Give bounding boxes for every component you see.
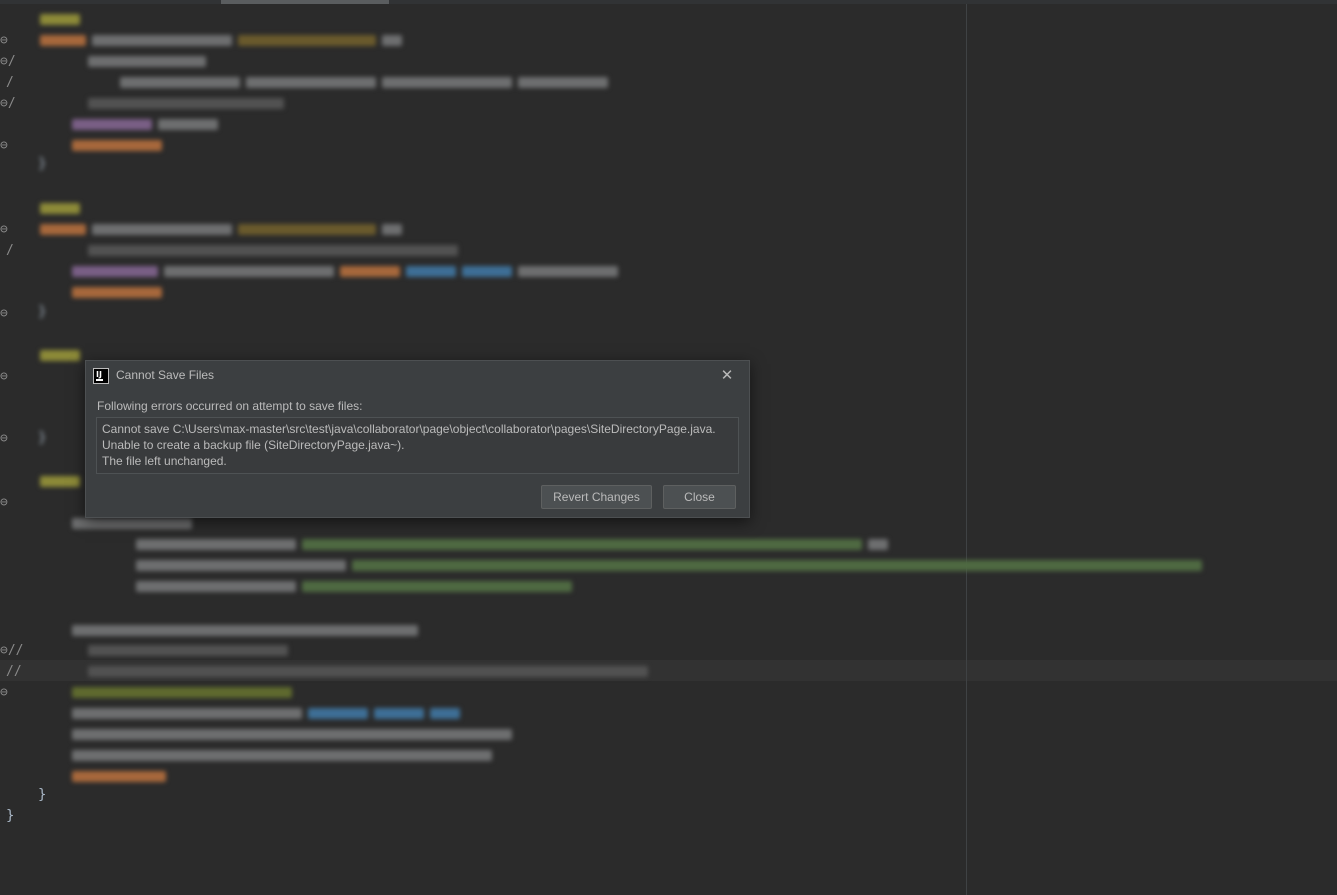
fold-marker[interactable]: ⊖ xyxy=(0,428,8,449)
code-line xyxy=(40,219,408,240)
code-line xyxy=(40,30,408,51)
fold-marker[interactable]: ⊖// xyxy=(0,640,23,661)
intellij-app-icon: IJ xyxy=(93,368,109,384)
fold-marker[interactable]: ⊖ xyxy=(0,219,8,240)
fold-marker[interactable]: ⊖ xyxy=(0,366,8,387)
code-line xyxy=(72,114,224,135)
code-line xyxy=(88,640,294,661)
code-brace: } xyxy=(38,304,47,320)
code-line xyxy=(40,9,86,30)
code-line xyxy=(72,745,498,766)
error-line: Cannot save C:\Users\max-master\src\test… xyxy=(102,422,716,436)
ide-window: } } } ⊖ ⊖/ / ⊖/ ⊖ ⊖ / ⊖ ⊖ ⊖ ⊖ ⊖// // ⊖ }… xyxy=(0,0,1337,895)
code-line xyxy=(40,471,86,492)
code-line xyxy=(88,240,464,261)
close-button[interactable]: Close xyxy=(663,485,736,509)
method-closing-brace: } xyxy=(38,787,47,803)
error-line: The file left unchanged. xyxy=(102,454,227,468)
fold-marker[interactable]: ⊖ xyxy=(0,492,8,513)
comment-marker: / xyxy=(6,75,14,90)
dialog-titlebar[interactable]: IJ Cannot Save Files ✕ xyxy=(86,361,749,389)
code-line xyxy=(136,555,1208,576)
code-line xyxy=(72,724,518,745)
error-details-box: Cannot save C:\Users\max-master\src\test… xyxy=(96,417,739,474)
fold-marker[interactable]: ⊖/ xyxy=(0,51,16,72)
comment-marker: / xyxy=(6,243,14,258)
code-line xyxy=(72,703,466,724)
fold-marker[interactable]: ⊖ xyxy=(0,30,8,51)
code-line xyxy=(88,93,290,114)
code-brace: } xyxy=(38,156,47,172)
code-brace: } xyxy=(38,430,47,446)
code-line xyxy=(72,766,172,787)
fold-marker[interactable]: ⊖ xyxy=(0,135,8,156)
code-line xyxy=(136,534,894,555)
error-line: Unable to create a backup file (SiteDire… xyxy=(102,438,405,452)
fold-marker[interactable]: ⊖ xyxy=(0,682,8,703)
code-line xyxy=(88,51,212,72)
close-icon[interactable]: ✕ xyxy=(717,365,737,385)
app-icon-label: IJ xyxy=(96,370,102,379)
code-line xyxy=(120,72,614,93)
code-line xyxy=(72,261,624,282)
dialog-title: Cannot Save Files xyxy=(116,368,215,382)
fold-marker[interactable]: ⊖/ xyxy=(0,93,16,114)
comment-marker: // xyxy=(6,664,22,679)
error-message-heading: Following errors occurred on attempt to … xyxy=(97,399,363,413)
code-line xyxy=(136,576,578,597)
fold-marker[interactable]: ⊖ xyxy=(0,303,8,324)
class-closing-brace: } xyxy=(6,808,15,824)
code-line xyxy=(40,198,86,219)
code-line xyxy=(40,345,86,366)
code-line xyxy=(72,282,168,303)
code-line xyxy=(88,661,654,682)
code-line xyxy=(72,135,168,156)
cannot-save-files-dialog: IJ Cannot Save Files ✕ Following errors … xyxy=(85,360,750,518)
code-line xyxy=(72,682,298,703)
revert-changes-button[interactable]: Revert Changes xyxy=(541,485,652,509)
code-line xyxy=(72,620,424,641)
